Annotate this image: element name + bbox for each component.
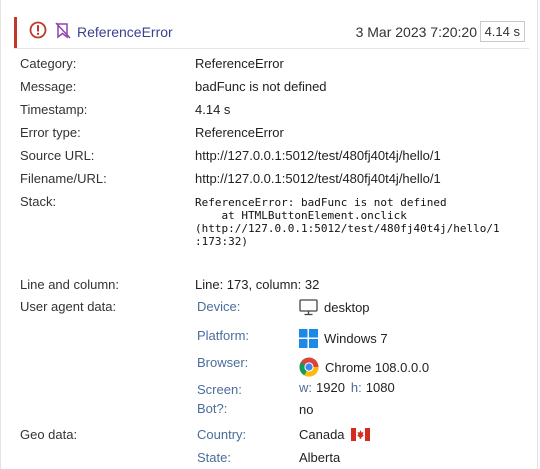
screen-height-label: h: (350, 380, 362, 395)
source-url-label: Source URL: (20, 148, 95, 163)
category-value: ReferenceError (195, 56, 284, 71)
browser-value-row: Chrome 108.0.0.0 (299, 357, 429, 377)
platform-value: Windows 7 (324, 331, 388, 346)
error-type-label: Error type: (20, 125, 81, 140)
screen-height-value: 1080 (365, 380, 395, 395)
canada-flag-icon (350, 428, 370, 441)
error-title: ReferenceError (77, 24, 173, 40)
state-value: Alberta (299, 450, 341, 465)
device-value-row: desktop (299, 299, 370, 316)
screen-label: Screen: (197, 382, 242, 397)
error-detail-panel: ReferenceError 3 Mar 2023 7:20:20 4.14 s… (0, 0, 538, 469)
filename-url-value[interactable]: http://127.0.0.1:5012/test/480fj40t4j/he… (195, 171, 441, 186)
screen-value-row: w: 1920 h: 1080 (299, 380, 395, 395)
screen-width-value: 1920 (316, 380, 345, 395)
bot-value: no (299, 402, 314, 417)
chrome-icon (299, 357, 319, 377)
monitor-icon (299, 299, 318, 316)
error-header[interactable]: ReferenceError 3 Mar 2023 7:20:20 4.14 s (14, 17, 529, 48)
country-value: Canada (299, 427, 345, 442)
line-column-value: Line: 173, column: 32 (195, 277, 320, 292)
header-divider (14, 48, 529, 49)
timestamp-value: 4.14 s (195, 102, 231, 117)
source-url-value[interactable]: http://127.0.0.1:5012/test/480fj40t4j/he… (195, 148, 441, 163)
category-label: Category: (20, 56, 77, 71)
windows-icon (299, 329, 318, 348)
platform-value-row: Windows 7 (299, 329, 388, 348)
user-agent-label: User agent data: (20, 299, 117, 314)
browser-value: Chrome 108.0.0.0 (325, 359, 430, 375)
device-label: Device: (197, 299, 241, 314)
error-type-value: ReferenceError (195, 125, 284, 140)
error-date: 3 Mar 2023 7:20:20 (355, 24, 477, 40)
device-value: desktop (324, 300, 370, 315)
error-circle-icon (29, 21, 47, 39)
bookmark-off-icon (55, 22, 71, 39)
line-column-label: Line and column: (20, 277, 120, 292)
state-label: State: (197, 450, 231, 465)
country-label: Country: (197, 427, 247, 442)
screen-width-label: w: (299, 380, 312, 395)
platform-label: Platform: (197, 328, 250, 343)
message-label: Message: (20, 79, 77, 94)
stack-label: Stack: (20, 194, 57, 209)
filename-url-label: Filename/URL: (20, 171, 107, 186)
duration-badge: 4.14 s (479, 21, 525, 42)
bot-label: Bot?: (197, 401, 228, 416)
geo-label: Geo data: (20, 427, 78, 442)
stack-trace: ReferenceError: badFunc is not defined a… (195, 196, 500, 248)
browser-label: Browser: (197, 355, 249, 370)
message-value: badFunc is not defined (195, 79, 327, 94)
timestamp-label: Timestamp: (20, 102, 88, 117)
country-value-row: Canada (299, 427, 370, 442)
